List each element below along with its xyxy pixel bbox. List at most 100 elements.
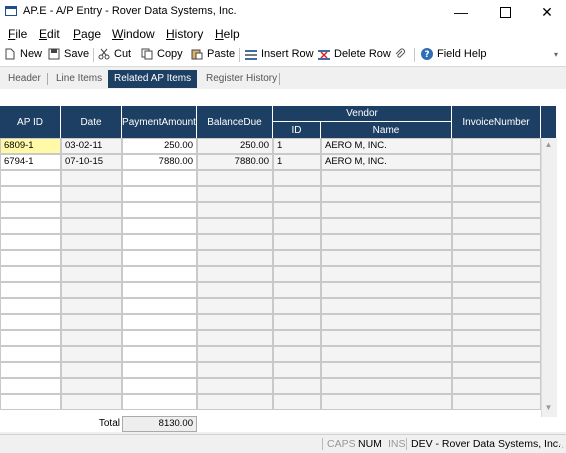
column-header-payment-amount[interactable]: PaymentAmount: [122, 106, 197, 138]
cell-invoice-number[interactable]: [452, 330, 541, 346]
tab-register-history[interactable]: Register History: [200, 70, 283, 88]
cell-vendor-name[interactable]: [321, 186, 452, 202]
menu-help[interactable]: Help: [215, 27, 240, 41]
cell-vendor-name[interactable]: [321, 218, 452, 234]
cell-balance-due[interactable]: [197, 378, 273, 394]
cell-date[interactable]: 07-10-15: [61, 154, 122, 170]
cell-payment-amount[interactable]: [122, 170, 197, 186]
cell-date[interactable]: [61, 186, 122, 202]
cell-vendor-id[interactable]: [273, 170, 321, 186]
cell-vendor-name[interactable]: [321, 234, 452, 250]
column-header-invoice-number[interactable]: InvoiceNumber: [452, 106, 541, 138]
cell-ap-id[interactable]: [0, 186, 61, 202]
cell-invoice-number[interactable]: [452, 394, 541, 410]
new-button[interactable]: New: [4, 48, 42, 60]
field-help-button[interactable]: ? Field Help: [421, 48, 487, 60]
cell-date[interactable]: [61, 170, 122, 186]
cell-vendor-name[interactable]: [321, 378, 452, 394]
close-button[interactable]: ✕: [526, 0, 566, 24]
cell-vendor-id[interactable]: [273, 282, 321, 298]
cell-invoice-number[interactable]: [452, 346, 541, 362]
cell-invoice-number[interactable]: [452, 298, 541, 314]
cell-invoice-number[interactable]: [452, 154, 541, 170]
table-row[interactable]: [0, 186, 541, 202]
cell-date[interactable]: [61, 298, 122, 314]
cell-invoice-number[interactable]: [452, 170, 541, 186]
table-row[interactable]: [0, 234, 541, 250]
save-button[interactable]: Save: [48, 48, 89, 60]
cell-date[interactable]: [61, 346, 122, 362]
cell-ap-id[interactable]: [0, 266, 61, 282]
cell-vendor-name[interactable]: [321, 346, 452, 362]
cell-date[interactable]: [61, 378, 122, 394]
cell-vendor-id[interactable]: [273, 298, 321, 314]
cell-vendor-name[interactable]: [321, 266, 452, 282]
cell-ap-id[interactable]: [0, 202, 61, 218]
cell-balance-due[interactable]: [197, 314, 273, 330]
copy-button[interactable]: Copy: [141, 48, 183, 60]
cell-vendor-id[interactable]: [273, 218, 321, 234]
cell-invoice-number[interactable]: [452, 282, 541, 298]
vertical-scrollbar[interactable]: [541, 138, 557, 417]
cell-payment-amount[interactable]: 7880.00: [122, 154, 197, 170]
cell-balance-due[interactable]: [197, 330, 273, 346]
table-row[interactable]: [0, 202, 541, 218]
cell-date[interactable]: [61, 282, 122, 298]
menu-window[interactable]: Window: [112, 27, 155, 41]
cell-payment-amount[interactable]: [122, 330, 197, 346]
cell-payment-amount[interactable]: [122, 218, 197, 234]
tab-related-ap-items[interactable]: Related AP Items: [108, 70, 198, 88]
cell-vendor-name[interactable]: [321, 170, 452, 186]
cell-invoice-number[interactable]: [452, 378, 541, 394]
cell-ap-id[interactable]: [0, 362, 61, 378]
menu-edit[interactable]: Edit: [39, 27, 60, 41]
cell-vendor-name[interactable]: [321, 202, 452, 218]
cell-vendor-id[interactable]: 1: [273, 138, 321, 154]
table-row[interactable]: [0, 378, 541, 394]
cell-date[interactable]: [61, 218, 122, 234]
cell-vendor-name[interactable]: [321, 282, 452, 298]
scroll-up-arrow-icon[interactable]: ▲: [541, 140, 556, 152]
cell-ap-id[interactable]: [0, 218, 61, 234]
table-row[interactable]: [0, 314, 541, 330]
column-header-ap-id[interactable]: AP ID: [0, 106, 61, 138]
cell-vendor-name[interactable]: [321, 394, 452, 410]
table-row[interactable]: [0, 362, 541, 378]
attachment-button[interactable]: [394, 48, 410, 60]
cell-date[interactable]: [61, 314, 122, 330]
cell-payment-amount[interactable]: [122, 250, 197, 266]
cell-date[interactable]: [61, 202, 122, 218]
cell-vendor-id[interactable]: [273, 378, 321, 394]
table-row[interactable]: [0, 250, 541, 266]
cell-ap-id[interactable]: 6794-1: [0, 154, 61, 170]
cell-balance-due[interactable]: [197, 362, 273, 378]
cell-payment-amount[interactable]: [122, 234, 197, 250]
cell-vendor-id[interactable]: [273, 266, 321, 282]
cell-invoice-number[interactable]: [452, 250, 541, 266]
cell-date[interactable]: [61, 330, 122, 346]
cell-payment-amount[interactable]: [122, 346, 197, 362]
cell-balance-due[interactable]: [197, 394, 273, 410]
cell-date[interactable]: [61, 250, 122, 266]
table-row[interactable]: [0, 394, 541, 410]
menu-page[interactable]: Page: [73, 27, 101, 41]
cell-balance-due[interactable]: 250.00: [197, 138, 273, 154]
cell-payment-amount[interactable]: 250.00: [122, 138, 197, 154]
paste-button[interactable]: Paste: [191, 48, 235, 60]
column-header-vendor-name[interactable]: Name: [321, 122, 452, 138]
column-header-vendor-id[interactable]: ID: [273, 122, 321, 138]
cell-vendor-id[interactable]: [273, 330, 321, 346]
cell-vendor-name[interactable]: AERO M, INC.: [321, 154, 452, 170]
insert-row-button[interactable]: Insert Row: [245, 48, 314, 60]
cell-invoice-number[interactable]: [452, 266, 541, 282]
cell-balance-due[interactable]: [197, 298, 273, 314]
cell-vendor-name[interactable]: [321, 250, 452, 266]
table-row[interactable]: [0, 218, 541, 234]
cell-ap-id[interactable]: [0, 394, 61, 410]
table-row[interactable]: [0, 298, 541, 314]
cell-vendor-id[interactable]: [273, 394, 321, 410]
resize-grip-icon[interactable]: ⋱: [556, 440, 564, 449]
cell-payment-amount[interactable]: [122, 266, 197, 282]
table-row[interactable]: [0, 282, 541, 298]
cell-payment-amount[interactable]: [122, 298, 197, 314]
